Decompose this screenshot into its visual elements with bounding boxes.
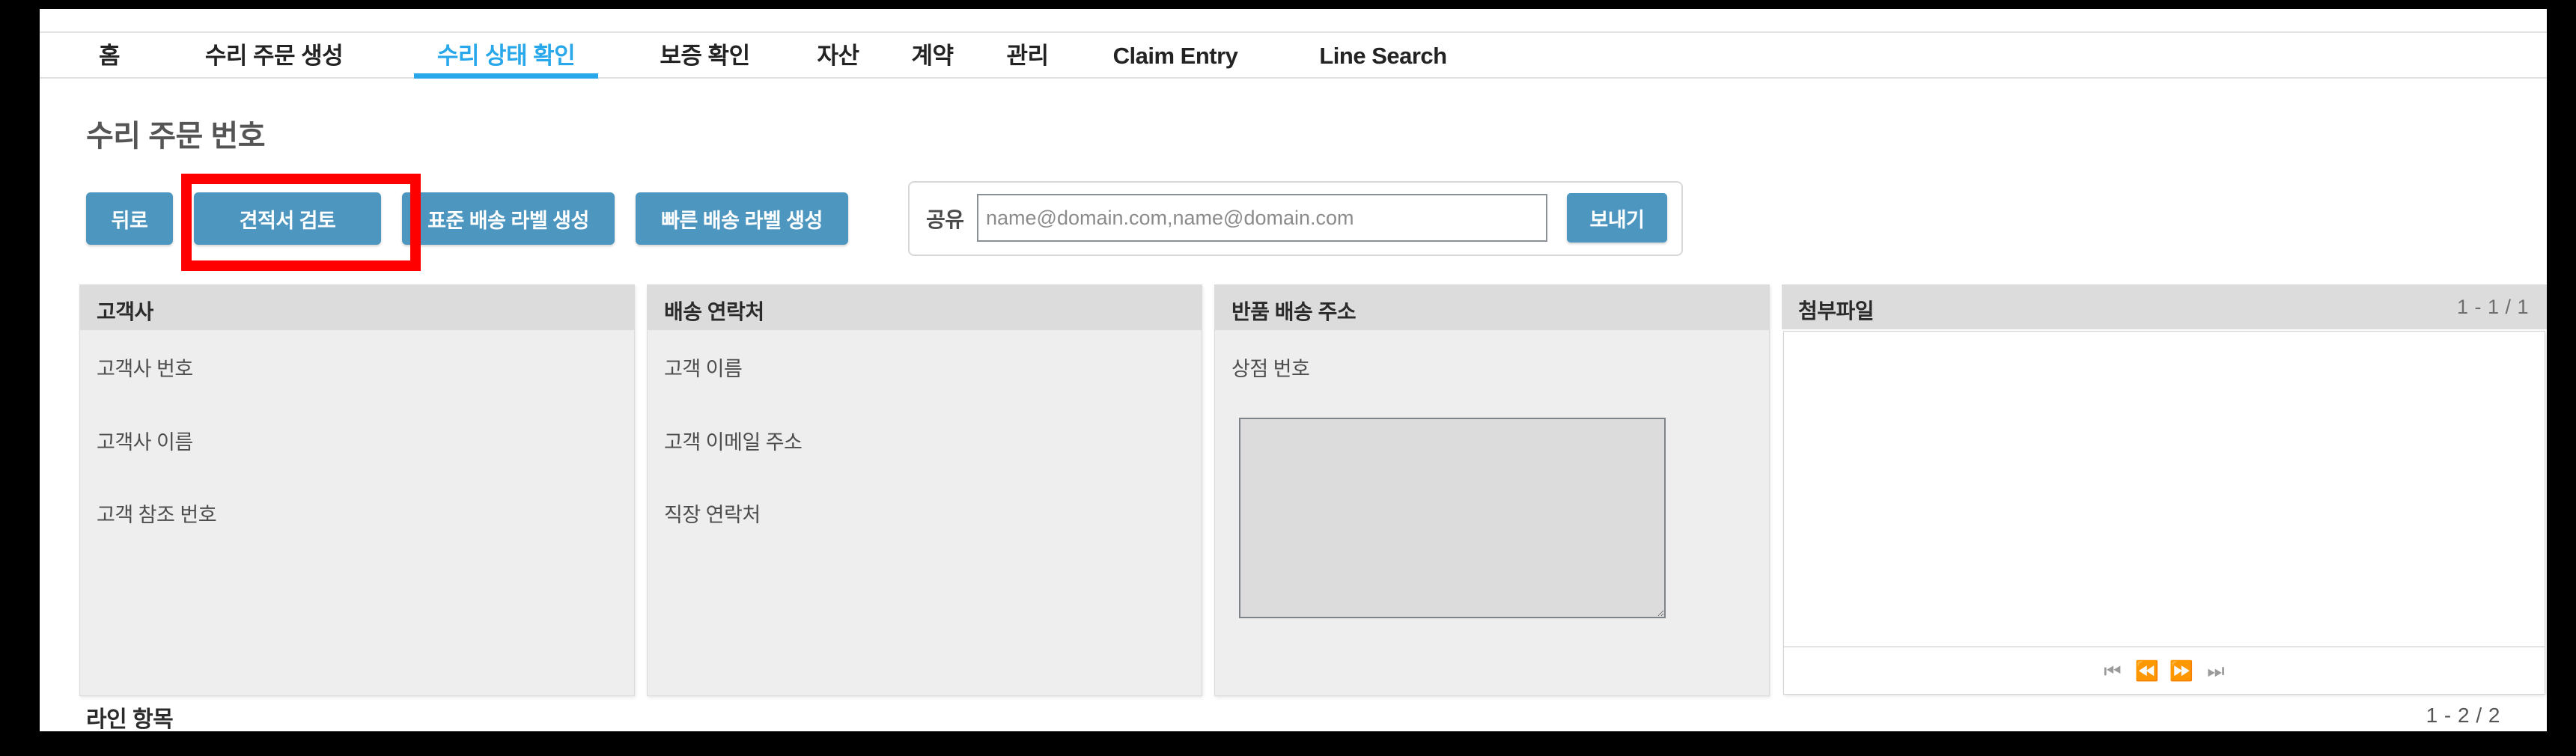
attachments-list[interactable] (1784, 332, 2545, 647)
nav-item-3[interactable]: 보증 확인 (646, 33, 764, 79)
field-store-number: 상점 번호 (1231, 358, 1310, 380)
attachments-panel-header: 첨부파일 1 - 1 / 1 (1782, 284, 2547, 329)
nav-item-8[interactable]: Line Search (1303, 33, 1464, 79)
application-frame: 홈 수리 주문 생성 수리 상태 확인 보증 확인 자산 계약 관리 Claim Entry L… (40, 9, 2547, 731)
previous-page-icon[interactable]: ⏪ (2130, 647, 2164, 694)
field-contact-email: 고객 이메일 주소 (664, 431, 803, 454)
review-quote-button[interactable]: 견적서 검토 (194, 192, 381, 245)
send-button[interactable]: 보내기 (1567, 193, 1667, 243)
nav-item-4[interactable]: 자산 (814, 33, 862, 79)
customer-panel-title: 고객사 (97, 300, 153, 323)
nav-item-0[interactable]: 홈 (86, 33, 133, 79)
field-contact-name: 고객 이름 (664, 358, 743, 380)
main-navigation-bar: 홈 수리 주문 생성 수리 상태 확인 보증 확인 자산 계약 관리 Claim Entry L… (40, 31, 2547, 79)
last-page-icon[interactable]: ⏭ (2199, 647, 2233, 694)
nav-item-2[interactable]: 수리 상태 확인 (414, 33, 598, 79)
line-items-record-count: 1 - 2 / 2 (2426, 704, 2500, 727)
shipping-contact-panel-title: 배송 연락처 (664, 300, 764, 323)
shipping-contact-panel: 배송 연락처 고객 이름 고객 이메일 주소 직장 연락처 (647, 284, 1202, 696)
create-standard-shipping-label-button[interactable]: 표준 배송 라벨 생성 (402, 192, 615, 245)
nav-item-6[interactable]: 관리 (1003, 33, 1052, 79)
attachments-panel: 첨부파일 1 - 1 / 1 ⏮ ⏪ ⏩ ⏭ (1782, 284, 2547, 696)
attachments-panel-body: ⏮ ⏪ ⏩ ⏭ (1783, 331, 2545, 695)
back-button[interactable]: 뒤로 (86, 192, 173, 245)
page-title: 수리 주문 번호 (86, 120, 266, 153)
next-page-icon[interactable]: ⏩ (2164, 647, 2199, 694)
attachments-panel-title: 첨부파일 (1798, 299, 1875, 323)
customer-panel-header: 고객사 (80, 285, 634, 330)
return-shipping-address-panel-header: 반품 배송 주소 (1215, 285, 1769, 330)
field-customer-name: 고객사 이름 (97, 431, 193, 454)
share-panel: 공유 보내기 (908, 181, 1683, 256)
customer-panel: 고객사 고객사 번호 고객사 이름 고객 참조 번호 (79, 284, 635, 696)
nav-item-1[interactable]: 수리 주문 생성 (182, 33, 366, 79)
create-express-shipping-label-button[interactable]: 빠른 배송 라벨 생성 (636, 192, 848, 245)
shipping-contact-panel-header: 배송 연락처 (648, 285, 1202, 330)
nav-item-5[interactable]: 계약 (908, 33, 957, 79)
return-address-textarea[interactable] (1239, 418, 1666, 618)
line-items-title: 라인 항목 (86, 707, 174, 731)
attachments-pagination: ⏮ ⏪ ⏩ ⏭ (1784, 647, 2545, 694)
field-customer-number: 고객사 번호 (97, 358, 193, 380)
return-shipping-address-panel-title: 반품 배송 주소 (1231, 300, 1356, 323)
field-work-phone: 직장 연락처 (664, 504, 761, 526)
return-shipping-address-panel: 반품 배송 주소 상점 번호 (1214, 284, 1770, 696)
line-items-bar: 라인 항목 1 - 2 / 2 (40, 704, 2547, 731)
share-email-input[interactable] (977, 194, 1547, 242)
field-customer-reference-number: 고객 참조 번호 (97, 504, 217, 526)
share-label: 공유 (926, 208, 964, 231)
attachments-record-count: 1 - 1 / 1 (2456, 296, 2529, 318)
first-page-icon[interactable]: ⏮ (2095, 647, 2130, 694)
nav-item-7[interactable]: Claim Entry (1097, 33, 1254, 79)
